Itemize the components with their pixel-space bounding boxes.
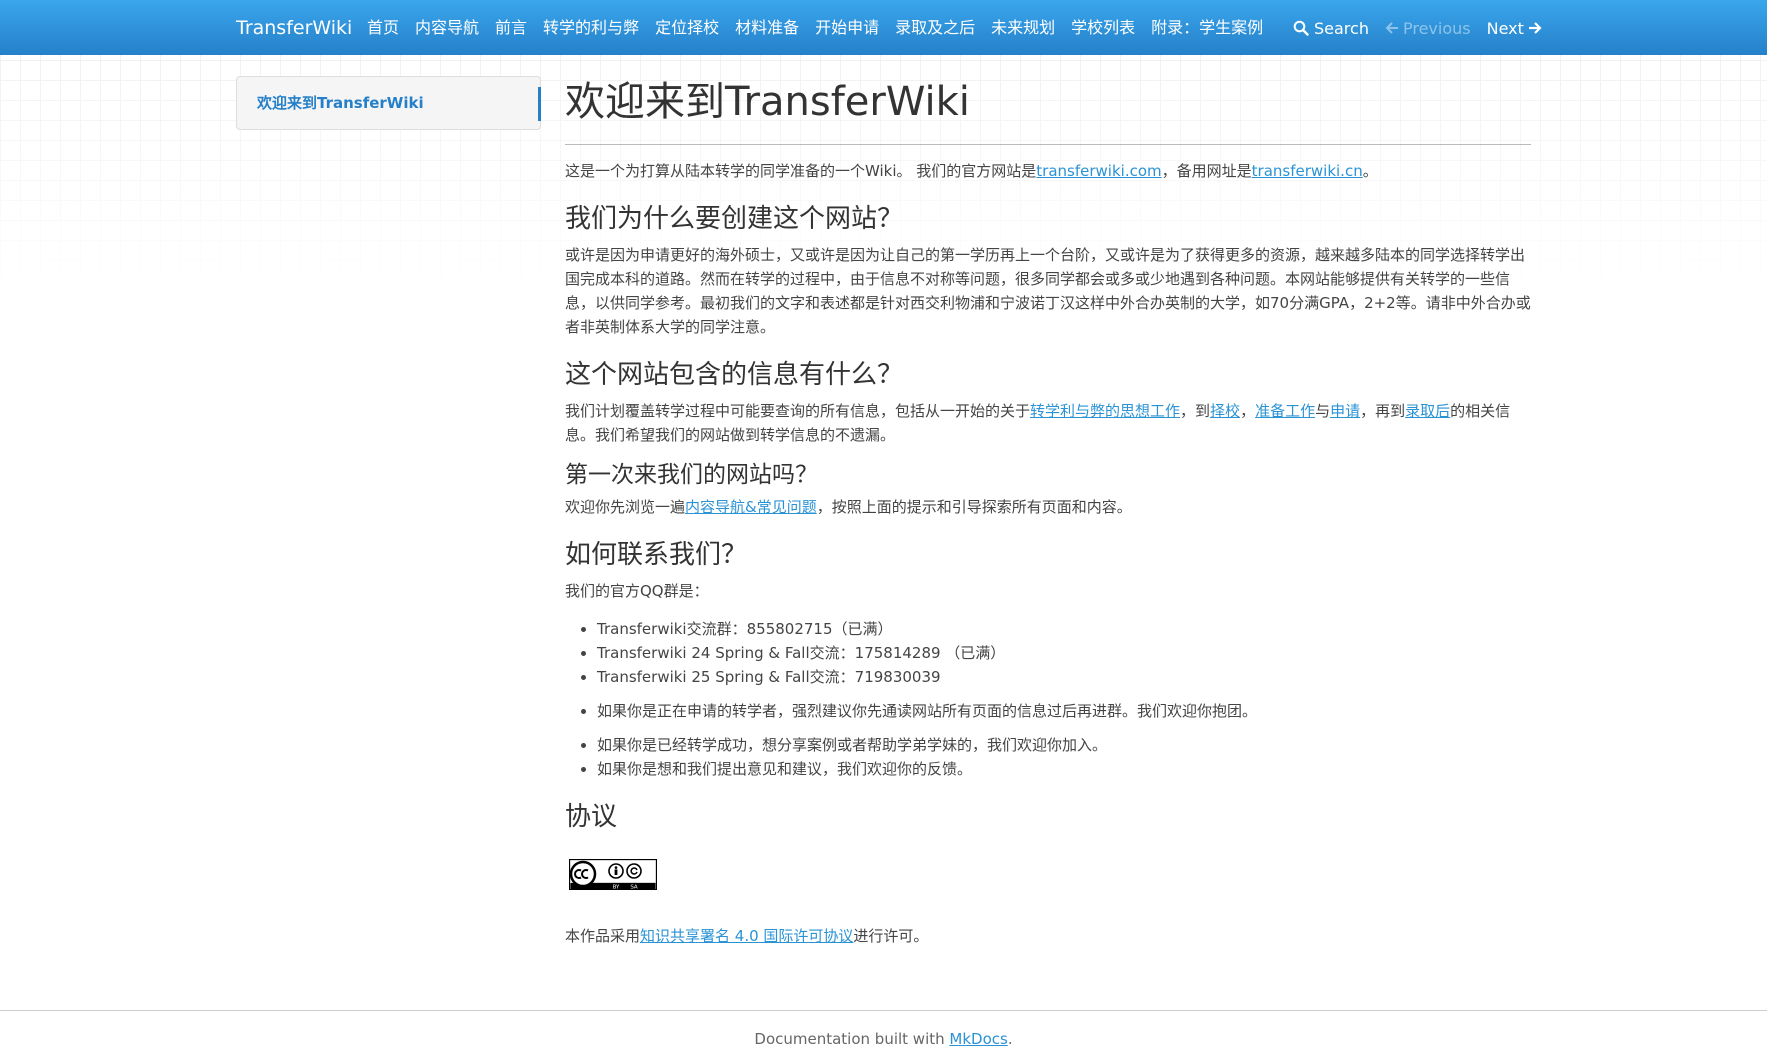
search-label: Search [1314,18,1369,38]
nav-item-preface[interactable]: 前言 [495,14,527,42]
page-footer: Documentation built with MkDocs. [0,1010,1767,1051]
official-site-link[interactable]: transferwiki.com [1036,162,1161,180]
arrow-left-icon [1385,22,1398,34]
nav-item-pros-cons[interactable]: 转学的利与弊 [543,14,639,42]
nav-menu: 首页 内容导航 前言 转学的利与弊 定位择校 材料准备 开始申请 录取及之后 未… [367,14,1279,42]
footer-end: . [1007,1030,1013,1048]
search-icon [1293,20,1309,36]
contact-intro: 我们的官方QQ群是： [565,582,709,600]
page-title: 欢迎来到TransferWiki [565,72,1531,145]
cc-by-sa-badge-icon[interactable]: BY SA [565,841,1531,924]
license-text: 本作品采用 [565,927,641,945]
sidebar-item-welcome[interactable]: 欢迎来到TransferWiki [257,93,424,113]
license-heading: 协议 [565,802,618,832]
first-time-heading: 第一次来我们的网站吗？ [565,462,818,488]
pros-cons-link[interactable]: 转学利与弊的思想工作 [1030,402,1180,420]
previous-label: Previous [1402,18,1471,38]
list-item: Transferwiki交流群：855802715（已满） [597,617,1531,641]
nav-item-school-list[interactable]: 学校列表 [1071,14,1135,42]
contents-text: ，再到 [1360,402,1406,420]
sidebar-active-marker [538,87,541,121]
mkdocs-link[interactable]: MkDocs [949,1030,1007,1048]
next-button[interactable]: Next [1487,19,1542,38]
contents-text: ，到 [1180,402,1211,420]
nav-item-school-selection[interactable]: 定位择校 [655,14,719,42]
faq-link[interactable]: 内容导航&常见问题 [685,498,817,516]
top-navbar: TransferWiki 首页 内容导航 前言 转学的利与弊 定位择校 材料准备… [0,0,1767,55]
intro-text-end: 。 [1362,162,1378,180]
nav-item-materials[interactable]: 材料准备 [735,14,799,42]
footer-text: Documentation built with MkDocs. [0,1027,1767,1051]
contents-paragraph: 我们计划覆盖转学过程中可能要查询的所有信息，包括从一开始的关于转学利与弊的思想工… [565,399,1531,447]
nav-controls: Search Previous Next [1293,14,1542,42]
search-button[interactable]: Search [1293,19,1369,38]
next-label: Next [1486,18,1524,38]
nav-item-appendix[interactable]: 附录：学生案例 [1151,14,1263,42]
nav-item-contents[interactable]: 内容导航 [415,14,479,42]
preparation-link[interactable]: 准备工作 [1255,402,1315,420]
contents-text: ， [1240,402,1256,420]
footer-label: Documentation built with [754,1030,950,1048]
contents-text: 与 [1315,402,1331,420]
backup-site-link[interactable]: transferwiki.cn [1252,162,1363,180]
nav-item-apply[interactable]: 开始申请 [815,14,879,42]
intro-text-middle: ，备用网址是 [1161,162,1252,180]
contents-heading: 这个网站包含的信息有什么？ [565,360,904,390]
school-selection-link[interactable]: 择校 [1210,402,1240,420]
list-item: Transferwiki 24 Spring & Fall交流：17581428… [597,641,1531,665]
first-time-text: ，按照上面的提示和引导探索所有页面和内容。 [816,498,1132,516]
cc-by-sa-badge-graphic: BY SA [569,859,657,890]
contents-text: 我们计划覆盖转学过程中可能要查询的所有信息，包括从一开始的关于 [565,402,1031,420]
why-paragraph: 或许是因为申请更好的海外硕士，又或许是因为让自己的第一学历再上一个台阶，又或许是… [565,246,1531,336]
contact-note-list-2: 如果你是已经转学成功，想分享案例或者帮助学弟学妹的，我们欢迎你加入。 如果你是想… [565,733,1531,781]
license-paragraph: 本作品采用知识共享署名 4.0 国际许可协议进行许可。 [565,924,1531,948]
main-content: 欢迎来到TransferWiki 这是一个为打算从陆本转学的同学准备的一个Wik… [565,72,1531,948]
previous-button[interactable]: Previous [1385,19,1471,38]
list-item: 如果你是正在申请的转学者，强烈建议你先通读网站所有页面的信息过后再进群。我们欢迎… [597,699,1531,723]
why-heading: 我们为什么要创建这个网站？ [565,204,904,234]
after-admission-link[interactable]: 录取后 [1405,402,1450,420]
contact-heading: 如何联系我们？ [565,540,748,570]
list-item: 如果你是已经转学成功，想分享案例或者帮助学弟学妹的，我们欢迎你加入。 [597,733,1531,757]
license-link[interactable]: 知识共享署名 4.0 国际许可协议 [640,927,853,945]
nav-item-after-admission[interactable]: 录取及之后 [895,14,975,42]
license-text-end: 进行许可。 [853,927,929,945]
nav-item-home[interactable]: 首页 [367,14,399,42]
apply-link[interactable]: 申请 [1330,402,1360,420]
intro-paragraph: 这是一个为打算从陆本转学的同学准备的一个Wiki。 我们的官方网站是transf… [565,159,1531,183]
toc-sidebar: 欢迎来到TransferWiki [236,76,541,130]
nav-item-future[interactable]: 未来规划 [991,14,1055,42]
first-time-paragraph: 欢迎你先浏览一遍内容导航&常见问题，按照上面的提示和引导探索所有页面和内容。 [565,495,1531,519]
qq-group-list: Transferwiki交流群：855802715（已满） Transferwi… [565,617,1531,689]
contact-note-list: 如果你是正在申请的转学者，强烈建议你先通读网站所有页面的信息过后再进群。我们欢迎… [565,699,1531,723]
arrow-right-icon [1528,22,1542,34]
site-brand[interactable]: TransferWiki [236,14,352,42]
list-item: Transferwiki 25 Spring & Fall交流：71983003… [597,665,1531,689]
svg-text:BY: BY [613,884,620,890]
intro-text: 这是一个为打算从陆本转学的同学准备的一个Wiki。 我们的官方网站是 [565,162,1037,180]
svg-text:SA: SA [630,884,638,890]
first-time-text: 欢迎你先浏览一遍 [565,498,686,516]
list-item: 如果你是想和我们提出意见和建议，我们欢迎你的反馈。 [597,757,1531,781]
